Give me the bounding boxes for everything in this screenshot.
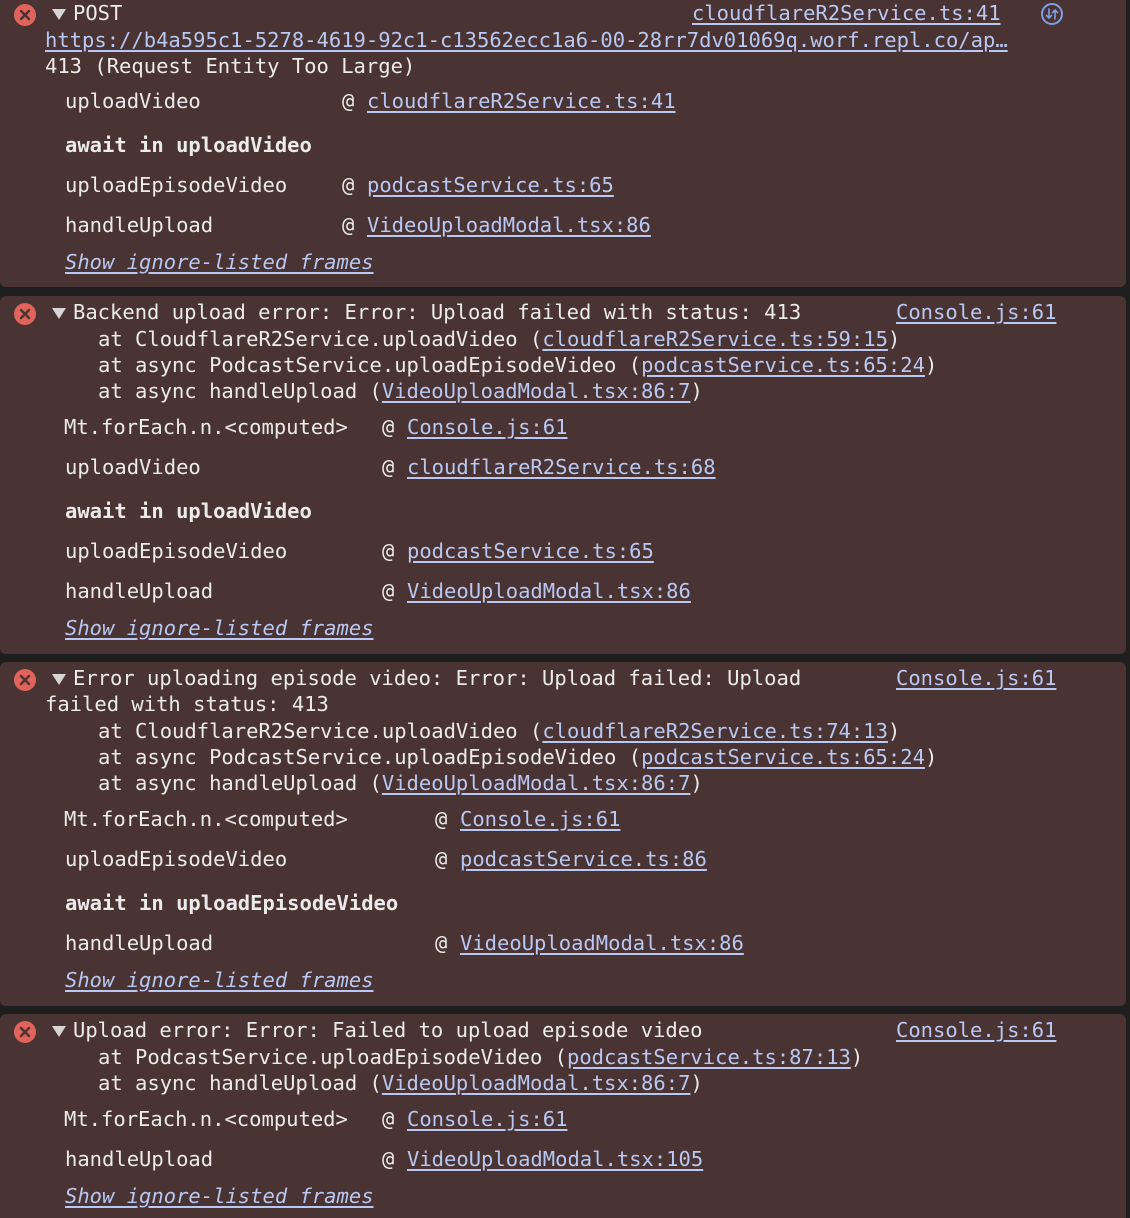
stack-frame-function: handleUpload — [65, 579, 214, 603]
stack-trace-line: at async PodcastService.uploadEpisodeVid… — [98, 352, 937, 378]
stack-frame-function: handleUpload — [65, 213, 214, 237]
stack-frame-link[interactable]: Console.js:61 — [460, 806, 620, 832]
stack-trace-link[interactable]: VideoUploadModal.tsx:86:7 — [382, 1071, 691, 1095]
await-label: await in uploadVideo — [65, 133, 312, 157]
stack-trace-text: at async PodcastService.uploadEpisodeVid… — [98, 745, 642, 769]
error-icon — [14, 669, 36, 691]
at-symbol: @ — [382, 539, 395, 563]
stack-frame-link[interactable]: podcastService.ts:65 — [407, 538, 654, 564]
console-error-entry-upload: Upload error: Error: Failed to upload ep… — [0, 1014, 1126, 1218]
stack-frame-link[interactable]: cloudflareR2Service.ts:68 — [407, 454, 716, 480]
stack-trace-line: at async PodcastService.uploadEpisodeVid… — [98, 744, 937, 770]
stack-frame-function: uploadVideo — [65, 455, 201, 479]
stack-trace-text: at CloudflareR2Service.uploadVideo ( — [98, 719, 543, 743]
error-message: Backend upload error: Error: Upload fail… — [73, 300, 802, 324]
at-symbol: @ — [382, 1147, 395, 1171]
stack-trace-text: ) — [690, 1071, 703, 1095]
stack-frame-link[interactable]: VideoUploadModal.tsx:105 — [407, 1146, 703, 1172]
stack-trace-text: at CloudflareR2Service.uploadVideo ( — [98, 327, 543, 351]
stack-trace-line: at async handleUpload (VideoUploadModal.… — [98, 770, 703, 796]
stack-trace-link[interactable]: VideoUploadModal.tsx:86:7 — [382, 379, 691, 403]
at-symbol: @ — [382, 415, 395, 439]
stack-frame-function: uploadEpisodeVideo — [65, 847, 288, 871]
show-ignore-listed-frames-link[interactable]: Show ignore-listed frames — [65, 249, 374, 275]
stack-frame-function: uploadVideo — [65, 89, 201, 113]
stack-trace-text: ) — [690, 771, 703, 795]
error-icon — [14, 4, 36, 26]
stack-trace-link[interactable]: podcastService.ts:65:24 — [641, 353, 925, 377]
stack-trace-link[interactable]: podcastService.ts:65:24 — [641, 745, 925, 769]
stack-trace-text: ) — [850, 1045, 864, 1069]
expand-triangle-icon[interactable] — [52, 1026, 66, 1037]
expand-triangle-icon[interactable] — [52, 674, 66, 685]
stack-frame-link[interactable]: VideoUploadModal.tsx:86 — [460, 930, 744, 956]
stack-trace-text: at PodcastService.uploadEpisodeVideo ( — [98, 1045, 567, 1069]
stack-trace-text: at async handleUpload ( — [98, 379, 382, 403]
stack-frame-link[interactable]: VideoUploadModal.tsx:86 — [407, 578, 691, 604]
stack-frame-function: uploadEpisodeVideo — [65, 173, 288, 197]
at-symbol: @ — [382, 579, 395, 603]
await-label: await in uploadVideo — [65, 499, 312, 523]
at-symbol: @ — [342, 213, 355, 237]
stack-trace-text: at async PodcastService.uploadEpisodeVid… — [98, 353, 642, 377]
stack-trace-text: ) — [924, 745, 938, 769]
source-link[interactable]: Console.js:61 — [896, 665, 1056, 691]
stack-frame-link[interactable]: VideoUploadModal.tsx:86 — [367, 212, 651, 238]
stack-frame-link[interactable]: Console.js:61 — [407, 1106, 567, 1132]
stack-trace-line: at CloudflareR2Service.uploadVideo (clou… — [98, 718, 900, 744]
request-method: POST — [73, 1, 123, 25]
stack-frame-function: Mt.forEach.n.<computed> — [64, 807, 348, 831]
stack-trace-text: ) — [924, 353, 938, 377]
stack-trace-link[interactable]: VideoUploadModal.tsx:86:7 — [382, 771, 691, 795]
stack-trace-link[interactable]: cloudflareR2Service.ts:59:15 — [542, 327, 888, 351]
stack-trace-line: at async handleUpload (VideoUploadModal.… — [98, 1070, 703, 1096]
error-icon — [14, 1021, 36, 1043]
response-status: 413 (Request Entity Too Large) — [45, 54, 416, 78]
stack-frame-function: Mt.forEach.n.<computed> — [64, 1107, 348, 1131]
source-link[interactable]: cloudflareR2Service.ts:41 — [692, 0, 1001, 26]
at-symbol: @ — [435, 931, 448, 955]
stack-trace-text: at async handleUpload ( — [98, 771, 382, 795]
at-symbol: @ — [342, 173, 355, 197]
console-error-entry-episode-video: Error uploading episode video: Error: Up… — [0, 662, 1126, 1006]
stack-trace-text: ) — [887, 719, 901, 743]
stack-trace-text: ) — [887, 327, 901, 351]
error-message-continued: failed with status: 413 — [45, 692, 329, 716]
stack-frame-function: handleUpload — [65, 1147, 214, 1171]
stack-trace-text: at async handleUpload ( — [98, 1071, 382, 1095]
stack-trace-link[interactable]: cloudflareR2Service.ts:74:13 — [542, 719, 888, 743]
show-ignore-listed-frames-link[interactable]: Show ignore-listed frames — [65, 1183, 374, 1209]
error-message: Upload error: Error: Failed to upload ep… — [73, 1018, 703, 1042]
expand-triangle-icon[interactable] — [52, 9, 66, 20]
source-link[interactable]: Console.js:61 — [896, 299, 1056, 325]
at-symbol: @ — [342, 89, 355, 113]
stack-frame-link[interactable]: podcastService.ts:65 — [367, 172, 614, 198]
show-ignore-listed-frames-link[interactable]: Show ignore-listed frames — [65, 615, 374, 641]
stack-trace-text: ) — [690, 379, 703, 403]
at-symbol: @ — [382, 455, 395, 479]
source-link[interactable]: Console.js:61 — [896, 1017, 1056, 1043]
stack-trace-line: at CloudflareR2Service.uploadVideo (clou… — [98, 326, 900, 352]
await-label: await in uploadEpisodeVideo — [65, 891, 399, 915]
expand-triangle-icon[interactable] — [52, 308, 66, 319]
stack-frame-function: uploadEpisodeVideo — [65, 539, 288, 563]
stack-frame-link[interactable]: podcastService.ts:86 — [460, 846, 707, 872]
console-error-entry-backend: Backend upload error: Error: Upload fail… — [0, 296, 1126, 654]
error-message: Error uploading episode video: Error: Up… — [73, 666, 802, 690]
stack-frame-function: Mt.forEach.n.<computed> — [64, 415, 348, 439]
at-symbol: @ — [382, 1107, 395, 1131]
stack-trace-link[interactable]: podcastService.ts:87:13 — [567, 1045, 851, 1069]
error-icon — [14, 303, 36, 325]
stack-frame-function: handleUpload — [65, 931, 214, 955]
at-symbol: @ — [435, 847, 448, 871]
at-symbol: @ — [435, 807, 448, 831]
stack-frame-link[interactable]: Console.js:61 — [407, 414, 567, 440]
request-url-link[interactable]: https://b4a595c1-5278-4619-92c1-c13562ec… — [45, 27, 1008, 53]
console-error-entry-post: POST cloudflareR2Service.ts:41 https://b… — [0, 0, 1126, 287]
network-request-icon[interactable] — [1041, 3, 1063, 25]
stack-frame-link[interactable]: cloudflareR2Service.ts:41 — [367, 88, 676, 114]
show-ignore-listed-frames-link[interactable]: Show ignore-listed frames — [65, 967, 374, 993]
stack-trace-line: at async handleUpload (VideoUploadModal.… — [98, 378, 703, 404]
stack-trace-line: at PodcastService.uploadEpisodeVideo (po… — [98, 1044, 863, 1070]
